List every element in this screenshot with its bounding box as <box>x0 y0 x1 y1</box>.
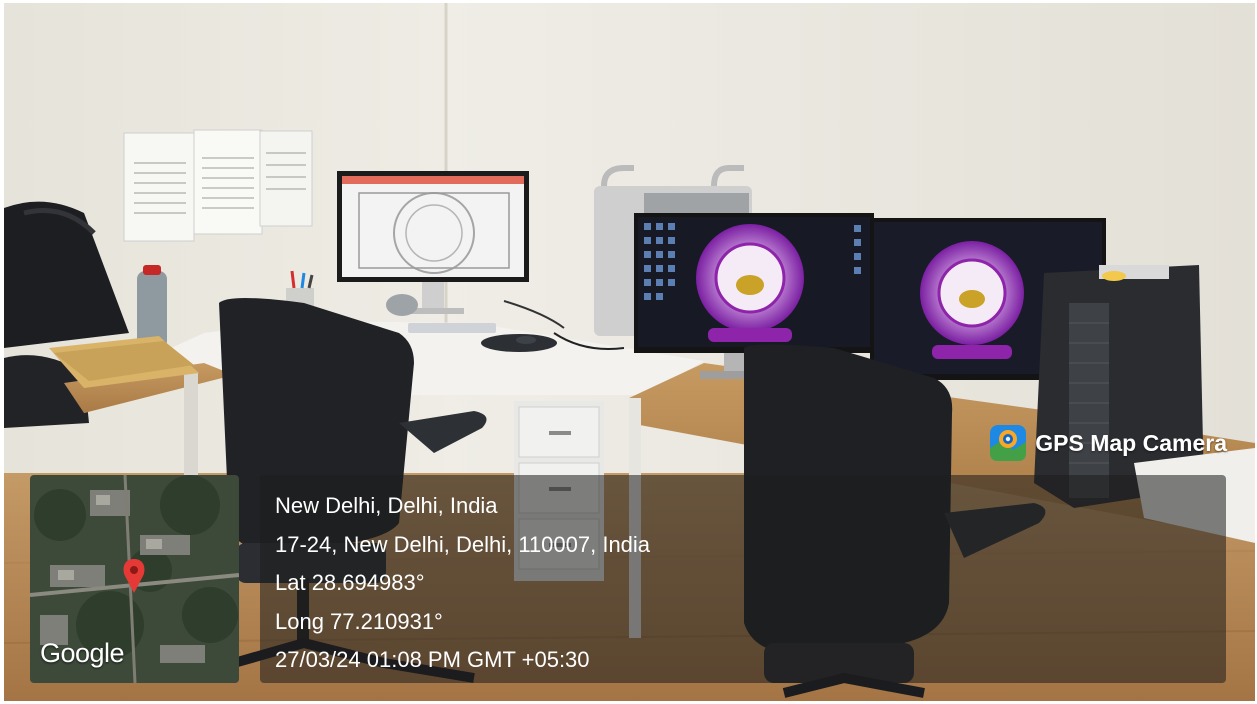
gps-map-camera-icon <box>990 425 1027 461</box>
place-name: New Delhi, Delhi, India <box>275 493 498 518</box>
gps-map-camera-watermark: GPS Map Camera <box>989 424 1227 462</box>
longitude: Long 77.210931° <box>275 608 443 634</box>
watermark-app-name: GPS Map Camera <box>1035 429 1227 456</box>
google-logo-text: Google <box>40 638 125 668</box>
timestamp: 27/03/24 01:08 PM GMT +05:30 <box>275 647 590 672</box>
water-bottle <box>137 265 167 349</box>
location-info-panel: New Delhi, Delhi, India 17-24, New Delhi… <box>260 475 1226 683</box>
map-thumbnail: Google <box>30 475 239 683</box>
latitude: Lat 28.694983° <box>275 570 425 595</box>
wall-notice-papers <box>123 129 313 242</box>
full-address: 17-24, New Delhi, Delhi, 110007, India <box>275 531 651 557</box>
